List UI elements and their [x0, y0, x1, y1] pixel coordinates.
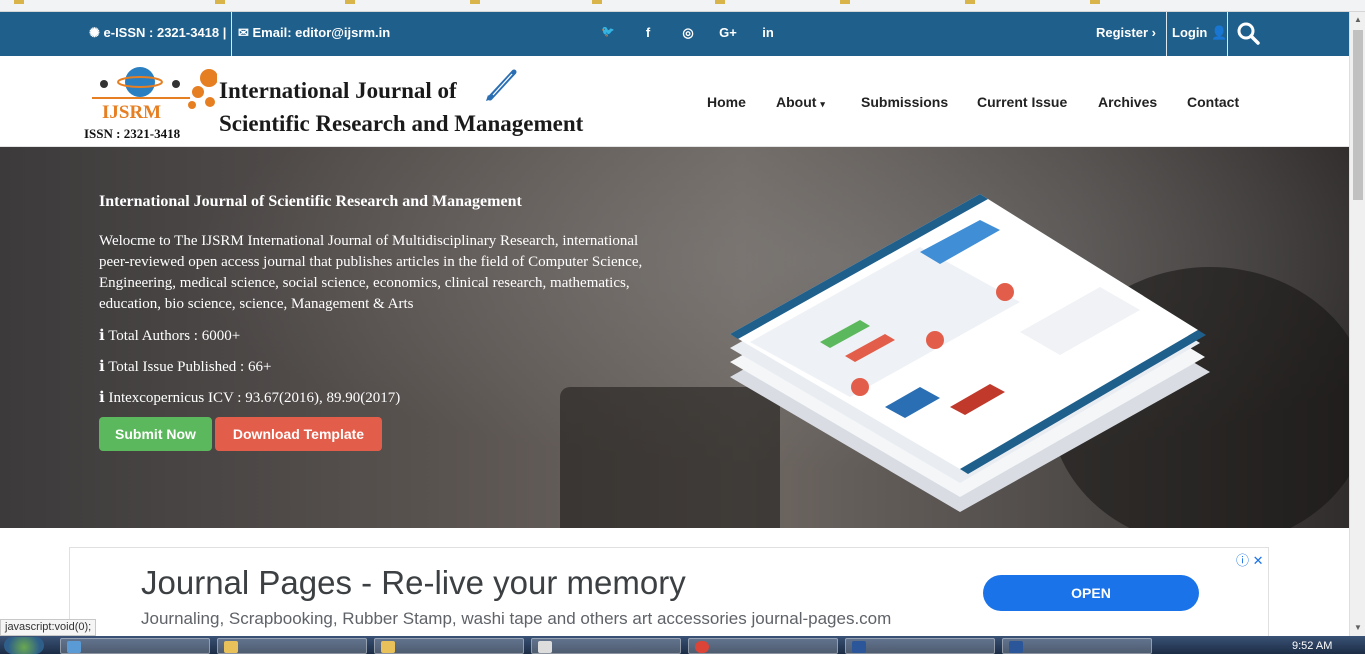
email-text: Email: editor@ijsrm.in: [252, 25, 391, 40]
bookmark-icon[interactable]: [1090, 0, 1100, 4]
info-icon: ℹ: [99, 328, 105, 344]
app-icon: [67, 641, 81, 653]
divider: [231, 12, 232, 56]
nav-contact[interactable]: Contact: [1187, 94, 1239, 110]
start-button[interactable]: [4, 637, 44, 654]
twitter-icon[interactable]: 🐦: [588, 25, 628, 41]
divider: [1227, 12, 1228, 56]
instagram-icon[interactable]: ◎: [668, 25, 708, 41]
bookmark-icon[interactable]: [470, 0, 480, 4]
gear-icon: ✺: [89, 25, 104, 40]
nav-about[interactable]: About ▾: [776, 94, 825, 110]
folder-icon: [224, 641, 238, 653]
nav-archives[interactable]: Archives: [1098, 94, 1157, 110]
taskbar-item[interactable]: [217, 638, 367, 654]
scroll-up-arrow-icon[interactable]: ▲: [1350, 12, 1365, 28]
search-icon[interactable]: [1236, 21, 1260, 45]
register-label: Register: [1096, 25, 1149, 40]
advertisement-banner[interactable]: ⓘ ✕ Journal Pages - Re-live your memory …: [69, 547, 1269, 637]
envelope-icon: ✉: [238, 25, 253, 40]
stat-text: Intexcopernicus ICV : 93.67(2016), 89.90…: [108, 390, 401, 406]
bookmark-icon[interactable]: [965, 0, 975, 4]
register-link[interactable]: Register ›: [1096, 25, 1156, 40]
taskbar-item[interactable]: [1002, 638, 1152, 654]
folder-icon: [381, 641, 395, 653]
bookmark-icon[interactable]: [14, 0, 24, 4]
brand-title-line1[interactable]: International Journal of: [219, 78, 457, 104]
logo-text: IJSRM: [102, 102, 162, 123]
bookmark-icon[interactable]: [715, 0, 725, 4]
bookmark-icon[interactable]: [345, 0, 355, 4]
chevron-right-icon: ›: [1151, 25, 1156, 40]
user-icon: 👤: [1211, 25, 1228, 40]
ad-open-button[interactable]: OPEN: [983, 575, 1199, 611]
linkedin-icon[interactable]: in: [748, 25, 788, 41]
issn-text: e-ISSN : 2321-3418 |: [103, 25, 227, 40]
close-icon[interactable]: ✕: [1253, 553, 1264, 568]
ad-choices[interactable]: ⓘ ✕: [1236, 550, 1264, 569]
info-icon: ℹ: [99, 359, 105, 375]
ad-subtitle[interactable]: Journaling, Scrapbooking, Rubber Stamp, …: [141, 609, 891, 629]
taskbar-item[interactable]: [531, 638, 681, 654]
nav-home[interactable]: Home: [707, 94, 746, 110]
taskbar-item[interactable]: [688, 638, 838, 654]
browser-viewport: ✺ e-ISSN : 2321-3418 | ✉ Email: editor@i…: [0, 0, 1365, 654]
caret-down-icon: ▾: [820, 99, 825, 109]
info-icon: ℹ: [99, 390, 105, 406]
divider: [1166, 12, 1167, 56]
taskbar-clock[interactable]: 9:52 AM: [1292, 640, 1332, 652]
issn-info: ✺ e-ISSN : 2321-3418 |: [89, 25, 226, 41]
info-icon[interactable]: ⓘ: [1236, 553, 1249, 568]
bookmark-icon[interactable]: [215, 0, 225, 4]
chrome-icon: [695, 641, 709, 653]
logo-issn: ISSN : 2321-3418: [84, 126, 181, 141]
hero-title: International Journal of Scientific Rese…: [99, 193, 522, 210]
pen-icon: [486, 69, 517, 101]
email-link[interactable]: ✉ Email: editor@ijsrm.in: [238, 25, 390, 41]
word-icon: [1009, 641, 1023, 653]
bookmark-icon[interactable]: [592, 0, 602, 4]
scroll-down-arrow-icon[interactable]: ▼: [1350, 620, 1365, 636]
nav-current-issue[interactable]: Current Issue: [977, 94, 1067, 110]
facebook-icon[interactable]: f: [628, 25, 668, 41]
website-mockup-illustration: [730, 194, 1210, 512]
taskbar-item[interactable]: [845, 638, 995, 654]
site-logo[interactable]: IJSRM ISSN : 2321-3418: [82, 62, 218, 142]
bookmarks-bar: [0, 0, 1365, 12]
taskbar-item[interactable]: [60, 638, 210, 654]
stat-authors: ℹ Total Authors : 6000+: [99, 326, 240, 345]
scrollbar-thumb[interactable]: [1353, 30, 1363, 200]
ad-title[interactable]: Journal Pages - Re-live your memory: [141, 564, 686, 602]
stat-text: Total Authors : 6000+: [108, 328, 241, 344]
nav-submissions[interactable]: Submissions: [861, 94, 948, 110]
stat-icv: ℹ Intexcopernicus ICV : 93.67(2016), 89.…: [99, 388, 400, 407]
top-info-bar: ✺ e-ISSN : 2321-3418 | ✉ Email: editor@i…: [0, 12, 1349, 56]
stat-text: Total Issue Published : 66+: [108, 359, 272, 375]
taskbar-item[interactable]: [374, 638, 524, 654]
social-links: 🐦 f ◎ G+ in: [588, 25, 788, 41]
notepad-icon: [538, 641, 552, 653]
login-label: Login: [1172, 25, 1208, 40]
site-header: IJSRM ISSN : 2321-3418 International Jou…: [0, 56, 1349, 147]
login-link[interactable]: Login 👤: [1172, 25, 1227, 41]
bookmark-icon[interactable]: [840, 0, 850, 4]
hero-description: Welocme to The IJSRM International Journ…: [99, 233, 643, 312]
windows-taskbar: 9:52 AM: [0, 636, 1365, 654]
hero-banner: International Journal of Scientific Rese…: [0, 147, 1349, 528]
submit-now-button[interactable]: Submit Now: [99, 417, 212, 451]
word-icon: [852, 641, 866, 653]
brand-title-line2[interactable]: Scientific Research and Management: [219, 111, 583, 137]
status-link-tooltip: javascript:void(0);: [0, 619, 97, 636]
stat-issues: ℹ Total Issue Published : 66+: [99, 357, 271, 376]
nav-about-label: About: [776, 94, 817, 110]
page-scrollbar[interactable]: ▲ ▼: [1349, 12, 1365, 636]
download-template-button[interactable]: Download Template: [215, 417, 382, 451]
google-plus-icon[interactable]: G+: [708, 25, 748, 41]
